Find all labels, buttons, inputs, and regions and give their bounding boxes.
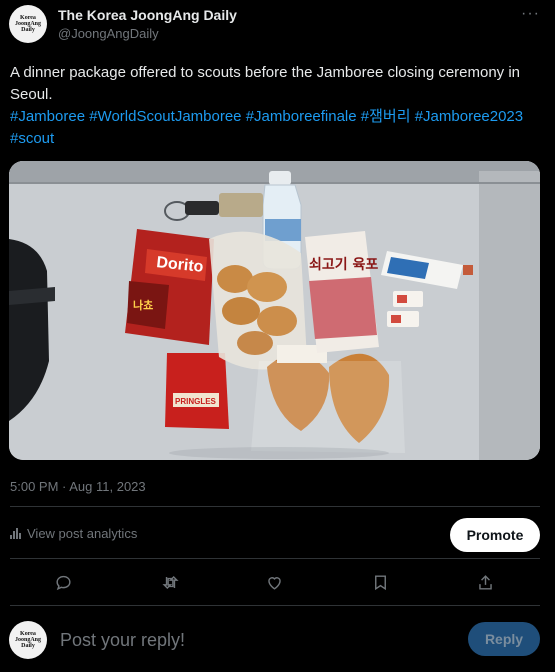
reply-button[interactable]: Reply [468,622,540,656]
divider [10,558,540,559]
photo-illustration: Dorito 나쵸 PRINGLES 쇠고기 육포 [9,161,540,460]
like-icon[interactable] [259,568,289,596]
divider [10,506,540,507]
snack-text: PRINGLES [175,397,217,406]
action-bar [10,568,540,596]
avatar[interactable]: Korea JoongAng Daily [9,5,47,43]
view-analytics-link[interactable]: View post analytics [10,526,137,541]
repost-icon[interactable] [155,568,185,596]
promote-button[interactable]: Promote [450,518,540,552]
bookmark-icon[interactable] [365,568,395,596]
hashtag[interactable]: #잼버리 [361,108,411,125]
hashtag[interactable]: #Jamboree2023 [415,108,523,125]
post-timestamp[interactable]: 5:00 PM · Aug 11, 2023 [10,479,146,494]
reply-composer: Korea JoongAng Daily Reply [0,617,555,667]
reply-icon[interactable] [48,568,78,596]
jerky-text: 쇠고기 육포 [309,257,378,273]
tweet-text: A dinner package offered to scouts befor… [10,64,521,103]
hashtag[interactable]: #Jamboreefinale [246,108,357,125]
analytics-label: View post analytics [27,526,138,541]
more-options-icon[interactable]: ··· [521,5,540,23]
chips-flavor-text: 나쵸 [133,298,153,312]
share-icon[interactable] [470,568,500,596]
avatar: Korea JoongAng Daily [9,621,47,659]
post-photo[interactable]: Dorito 나쵸 PRINGLES 쇠고기 육포 [9,161,540,460]
analytics-icon [10,528,21,539]
tweet-header: Korea JoongAng Daily The Korea JoongAng … [9,5,546,45]
hashtag-list: #Jamboree #WorldScoutJamboree #Jamboreef… [10,106,540,150]
account-name[interactable]: The Korea JoongAng Daily [58,7,237,23]
hashtag[interactable]: #Jamboree [10,108,85,125]
avatar-logo: Korea JoongAng Daily [14,15,41,33]
hashtag[interactable]: #WorldScoutJamboree [89,108,241,125]
divider [10,605,540,606]
account-handle[interactable]: @JoongAngDaily [58,26,159,41]
avatar-logo: Korea JoongAng Daily [14,631,41,649]
hashtag[interactable]: #scout [10,130,54,147]
reply-input[interactable] [60,626,440,654]
